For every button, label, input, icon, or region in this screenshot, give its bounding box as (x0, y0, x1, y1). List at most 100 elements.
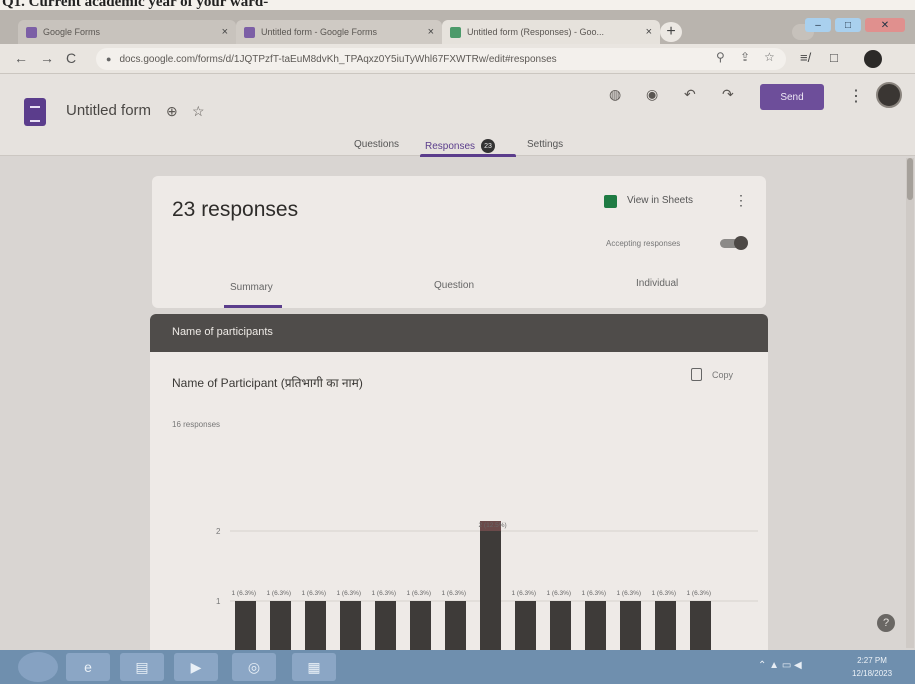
minimize-icon[interactable]: – (805, 18, 831, 32)
toggle-knob (734, 236, 748, 250)
subtab-summary[interactable]: Summary (230, 282, 273, 293)
close-tab-icon[interactable]: × (222, 26, 228, 38)
data-label: 1 (6.3%) (372, 590, 397, 597)
user-avatar[interactable] (876, 82, 902, 108)
undo-icon[interactable]: ↶ (684, 86, 696, 103)
bar (340, 601, 361, 650)
browser-profile-avatar[interactable] (864, 50, 882, 68)
customize-theme-icon[interactable]: ◍ (609, 86, 621, 103)
tab-responses[interactable]: Responses 23 (425, 139, 496, 153)
zoom-icon[interactable]: ⚲ (716, 50, 725, 64)
sheets-icon[interactable] (604, 195, 617, 208)
chrome-icon[interactable]: ◎ (232, 653, 276, 681)
bar (375, 601, 396, 650)
data-label: 1 (6.3%) (232, 590, 257, 597)
google-forms-logo-icon[interactable] (24, 98, 46, 126)
preview-eye-icon[interactable]: ◉ (646, 86, 658, 103)
document-app-icon[interactable]: ▦ (292, 653, 336, 681)
redo-icon[interactable]: ↷ (722, 86, 734, 103)
browser-tab-google-forms[interactable]: Google Forms × (18, 20, 236, 44)
data-label: 1 (6.3%) (687, 590, 712, 597)
close-tab-icon[interactable]: × (646, 26, 652, 38)
star-icon[interactable]: ☆ (192, 103, 205, 120)
data-label: 1 (6.3%) (582, 590, 607, 597)
active-subtab-indicator (224, 305, 282, 308)
document-heading-strip: Q1. Current academic year of your ward- (0, 0, 915, 10)
browser-tab-label: Untitled form - Google Forms (261, 27, 378, 37)
bar (620, 601, 641, 650)
bar (445, 601, 466, 650)
bar (235, 601, 256, 650)
subtab-individual[interactable]: Individual (636, 278, 678, 289)
data-label: 1 (6.3%) (337, 590, 362, 597)
form-title[interactable]: Untitled form (66, 102, 151, 119)
accepting-responses-toggle[interactable] (718, 236, 748, 250)
data-label: 1 (6.3%) (302, 590, 327, 597)
browser-tab-responses-sheet[interactable]: Untitled form (Responses) - Goo... × (442, 20, 660, 44)
close-tab-icon[interactable]: × (428, 26, 434, 38)
forms-page: Untitled form ⊕ ☆ ◍ ◉ ↶ ↷ Send ⋮ Questio… (0, 74, 915, 650)
tab-settings[interactable]: Settings (527, 139, 563, 150)
browser-tabstrip: Google Forms × Untitled form - Google Fo… (0, 10, 915, 44)
document-heading-text: Q1. Current academic year of your ward- (2, 0, 269, 10)
view-in-sheets-link[interactable]: View in Sheets (627, 195, 693, 206)
responses-more-icon[interactable]: ⋮ (734, 192, 748, 209)
file-explorer-icon[interactable]: ▤ (120, 653, 164, 681)
lock-icon: ● (106, 54, 112, 64)
responses-summary-card: 23 responses View in Sheets ⋮ Accepting … (152, 176, 766, 308)
bar (515, 601, 536, 650)
help-icon[interactable]: ? (877, 614, 895, 632)
url-text: docs.google.com/forms/d/1JQTPzfT-taEuM8d… (119, 53, 557, 65)
accepting-responses-label: Accepting responses (606, 239, 681, 248)
send-button[interactable]: Send (760, 84, 824, 110)
back-icon[interactable]: ← (14, 50, 28, 66)
close-window-icon[interactable]: ✕ (865, 18, 905, 32)
taskbar-clock[interactable]: 2:27 PM 12/18/2023 (852, 654, 892, 680)
data-label: 1 (6.3%) (442, 590, 467, 597)
question-summary-card: Name of participants Name of Participant… (150, 314, 768, 650)
data-label: 1 (6.3%) (407, 590, 432, 597)
reading-list-icon[interactable]: ≡/ (800, 50, 811, 65)
bar (305, 601, 326, 650)
y-tick-label: 1 (216, 597, 221, 606)
clock-date: 12/18/2023 (852, 669, 893, 678)
sheets-favicon-icon (450, 26, 461, 38)
reload-icon[interactable]: C (66, 50, 76, 66)
browser-tab-untitled-form[interactable]: Untitled form - Google Forms × (236, 20, 442, 44)
move-to-folder-icon[interactable]: ⊕ (166, 103, 178, 120)
form-nav-tabs: Questions Responses 23 Settings (0, 136, 915, 157)
subtab-question[interactable]: Question (434, 280, 474, 291)
more-options-icon[interactable]: ⋮ (848, 86, 864, 106)
responses-count-title: 23 responses (172, 198, 299, 221)
clock-time: 2:27 PM (857, 656, 887, 665)
maximize-icon[interactable]: □ (835, 18, 861, 32)
windows-taskbar: e ▤ ▶ ◎ ▦ ⌃ ▲ ▭ ◀ 2:27 PM 12/18/2023 (0, 650, 915, 684)
data-label: 2 (12.5%) (479, 522, 507, 529)
bar (410, 601, 431, 650)
tab-questions[interactable]: Questions (354, 139, 399, 150)
forms-header: Untitled form ⊕ ☆ ◍ ◉ ↶ ↷ Send ⋮ Questio… (0, 74, 915, 157)
media-player-icon[interactable]: ▶ (174, 653, 218, 681)
bar (550, 601, 571, 650)
bookmark-star-icon[interactable]: ☆ (764, 50, 775, 64)
side-panel-icon[interactable]: □ (830, 50, 838, 65)
forward-icon[interactable]: → (40, 50, 54, 66)
bar (655, 601, 676, 650)
browser-tab-label: Google Forms (43, 27, 101, 37)
bar (690, 601, 711, 650)
responses-bar-chart: 0121 (6.3%)1 (6.3%)1 (6.3%)1 (6.3%)1 (6.… (216, 521, 758, 650)
page-scrollbar[interactable] (906, 158, 914, 648)
address-bar[interactable]: ● docs.google.com/forms/d/1JQTPzfT-taEuM… (96, 48, 786, 70)
system-tray-icons[interactable]: ⌃ ▲ ▭ ◀ (758, 660, 802, 671)
start-button[interactable] (18, 652, 58, 682)
new-tab-button[interactable]: + (660, 22, 682, 42)
forms-favicon-icon (26, 26, 37, 38)
share-icon[interactable]: ⇪ (740, 50, 750, 64)
browser-tab-label: Untitled form (Responses) - Goo... (467, 27, 605, 37)
window-controls: – □ ✕ (805, 18, 905, 32)
data-label: 1 (6.3%) (617, 590, 642, 597)
internet-explorer-icon[interactable]: e (66, 653, 110, 681)
active-tab-indicator (420, 154, 516, 157)
scrollbar-thumb[interactable] (907, 158, 913, 200)
tab-responses-label: Responses (425, 140, 476, 152)
